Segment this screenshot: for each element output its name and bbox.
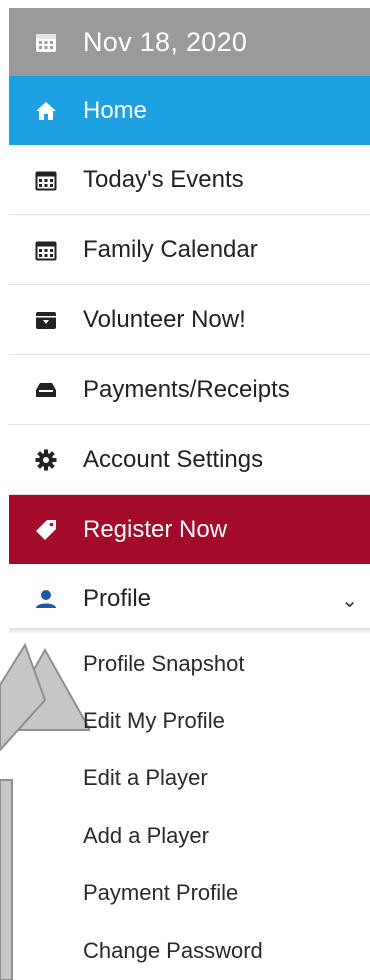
nav-item-label: Profile [83,584,152,612]
nav-item-register-now[interactable]: Register Now [9,495,370,564]
nav-item-label: Volunteer Now! [83,305,246,333]
nav-item-family-calendar[interactable]: Family Calendar [9,215,370,285]
calendar-icon [9,31,83,53]
nav-item-profile[interactable]: Profile ⌄ [9,564,370,633]
tag-icon [9,519,83,541]
nav-item-account-settings[interactable]: Account Settings [9,425,370,495]
archive-icon [9,310,83,330]
submenu-item-edit-a-player[interactable]: Edit a Player [9,750,370,807]
side-navigation: Nov 18, 2020 Home Today's Events Family … [9,8,370,979]
inbox-tray-icon [9,381,83,399]
submenu-item-change-password[interactable]: Change Password [9,922,370,979]
nav-item-payments-receipts[interactable]: Payments/Receipts [9,355,370,425]
user-icon [9,589,83,609]
nav-item-label: Payments/Receipts [83,375,290,403]
current-date: Nov 18, 2020 [83,26,248,57]
calendar-icon [9,239,83,261]
nav-item-todays-events[interactable]: Today's Events [9,145,370,215]
nav-item-label: Register Now [83,515,228,543]
app-page: Nov 18, 2020 Home Today's Events Family … [0,0,370,980]
submenu-item-payment-profile[interactable]: Payment Profile [9,865,370,922]
chevron-down-icon[interactable]: ⌄ [341,588,358,613]
nav-item-label: Home [83,96,148,124]
nav-item-volunteer-now[interactable]: Volunteer Now! [9,285,370,355]
submenu-item-profile-snapshot[interactable]: Profile Snapshot [9,635,370,692]
submenu-item-edit-my-profile[interactable]: Edit My Profile [9,692,370,749]
submenu-item-add-a-player[interactable]: Add a Player [9,807,370,864]
nav-item-label: Family Calendar [83,235,258,263]
calendar-icon [9,169,83,191]
nav-item-home[interactable]: Home [9,76,370,145]
nav-item-label: Today's Events [83,165,244,193]
date-bar: Nov 18, 2020 [9,8,370,76]
profile-submenu: Profile Snapshot Edit My Profile Edit a … [9,633,370,979]
profile-divider-shadow [9,628,370,634]
home-icon [9,101,83,121]
gear-icon [9,449,83,471]
nav-item-label: Account Settings [83,445,264,473]
